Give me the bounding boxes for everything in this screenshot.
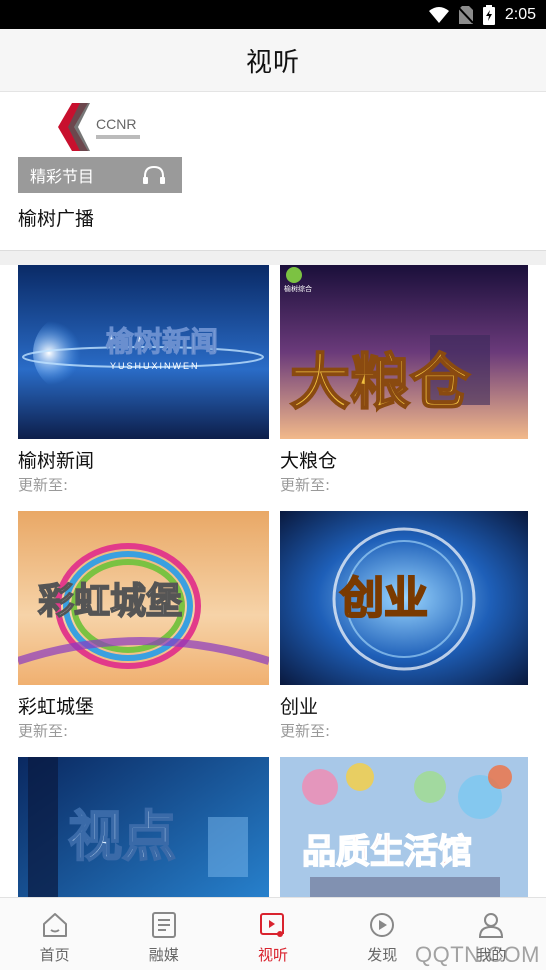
- program-update: 更新至:: [280, 476, 331, 494]
- headphones-icon: [143, 165, 165, 184]
- program-thumbnail: 视点: [18, 757, 269, 897]
- radio-card[interactable]: CCNR 精彩节目: [18, 92, 182, 194]
- program-title: 大粮仓: [280, 450, 338, 472]
- tab-label: 融媒: [148, 946, 179, 964]
- status-icons: 2:05: [428, 4, 536, 25]
- radio-section: CCNR 精彩节目 榆树广播: [0, 92, 546, 250]
- svg-text:创业: 创业: [340, 573, 428, 624]
- discover-icon: [370, 913, 395, 937]
- svg-text:榆树新闻: 榆树新闻: [106, 325, 218, 358]
- battery-charging-icon: [482, 4, 495, 25]
- user-icon: [479, 913, 504, 938]
- radio-logo: CCNR: [50, 95, 150, 155]
- svg-text:YUSHUXINWEN: YUSHUXINWEN: [110, 361, 200, 371]
- media-icon: [151, 912, 176, 938]
- program-thumbnail: 品质生活馆: [280, 757, 528, 897]
- program-title: 创业: [280, 696, 319, 718]
- svg-text:榆树综合: 榆树综合: [284, 284, 312, 293]
- program-thumbnail: 彩虹城堡: [18, 511, 269, 685]
- program-card-viewpoint[interactable]: 视点: [18, 757, 269, 897]
- page-title: 视听: [245, 47, 300, 78]
- radio-overlay: 精彩节目: [18, 157, 182, 193]
- program-title: 彩虹城堡: [18, 696, 95, 718]
- svg-text:视点: 视点: [68, 805, 176, 868]
- status-bar: 2:05: [0, 0, 546, 29]
- svg-text:CCNR: CCNR: [96, 116, 136, 132]
- svg-text:彩虹城堡: 彩虹城堡: [38, 581, 182, 622]
- program-thumbnail: 榆树新闻 YUSHUXINWEN: [18, 265, 269, 439]
- watermark: QQTN.COM: [415, 942, 540, 967]
- program-update: 更新至:: [18, 722, 69, 740]
- program-card-quality-life[interactable]: 品质生活馆: [280, 757, 528, 897]
- radio-name[interactable]: 榆树广播: [18, 204, 94, 231]
- no-sim-icon: [458, 5, 473, 24]
- tab-label: 首页: [39, 946, 70, 964]
- tab-label: 发现: [367, 946, 398, 964]
- program-update: 更新至:: [280, 722, 331, 740]
- tab-audiovisual[interactable]: 视听: [218, 898, 327, 970]
- video-music-icon: [260, 913, 284, 937]
- tab-label: 视听: [258, 946, 289, 964]
- program-card-rainbow-castle[interactable]: 彩虹城堡 彩虹城堡 更新至:: [18, 511, 269, 741]
- clock: 2:05: [504, 5, 536, 23]
- svg-text:大粮仓: 大粮仓: [290, 348, 471, 418]
- section-divider: [0, 250, 546, 265]
- wifi-icon: [428, 6, 449, 23]
- tab-home[interactable]: 首页: [0, 898, 109, 970]
- radio-overlay-label: 精彩节目: [30, 167, 95, 186]
- program-thumbnail: 榆树综合 大粮仓: [280, 265, 528, 439]
- program-grid: 榆树新闻 YUSHUXINWEN 榆树新闻 更新至: 榆树综合 大粮仓 大粮仓 …: [0, 265, 546, 897]
- svg-text:品质生活馆: 品质生活馆: [302, 832, 472, 872]
- program-card-yushu-news[interactable]: 榆树新闻 YUSHUXINWEN 榆树新闻 更新至:: [18, 265, 269, 495]
- home-icon: [42, 913, 67, 937]
- program-card-entrepreneurship[interactable]: 创业 创业 更新至:: [280, 511, 528, 741]
- program-thumbnail: 创业: [280, 511, 528, 685]
- title-bar: 视听: [0, 29, 546, 92]
- program-title: 榆树新闻: [18, 450, 95, 472]
- program-update: 更新至:: [18, 476, 69, 494]
- program-card-granary[interactable]: 榆树综合 大粮仓 大粮仓 更新至:: [280, 265, 528, 495]
- tab-media[interactable]: 融媒: [109, 898, 218, 970]
